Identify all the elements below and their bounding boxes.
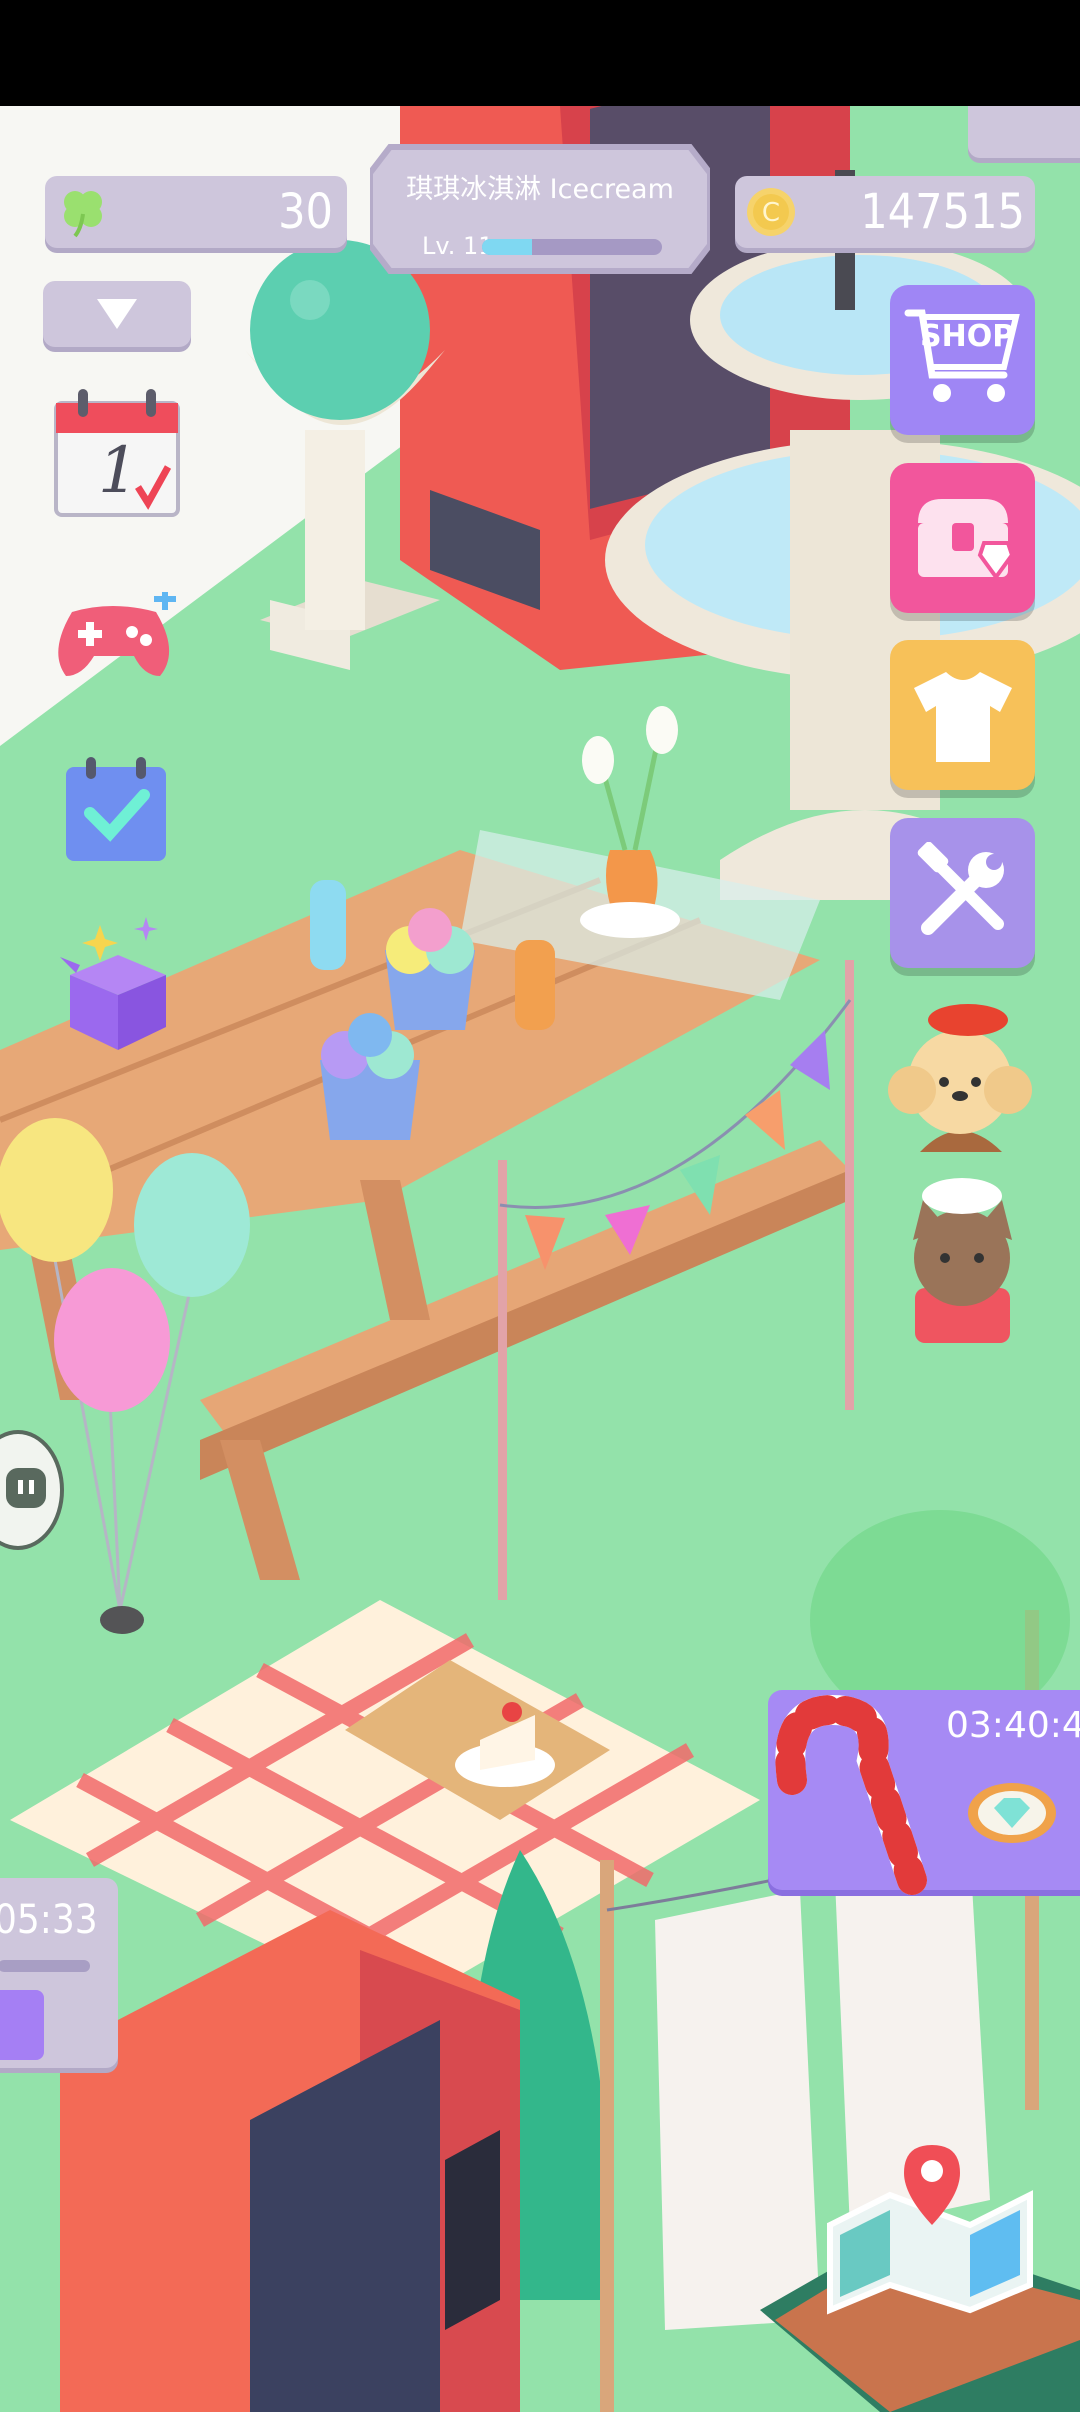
map-icon [827,2145,1033,2315]
cart-icon [904,309,1020,402]
coin-amount: 147515 [860,184,1025,240]
vending-machine-bottom [60,1910,520,2412]
gift-box-icon [60,917,166,1050]
shop-title: 琪琪冰淇淋 Icecream [406,174,674,205]
outfit-button[interactable] [890,640,1035,790]
level-progress-fill [482,239,533,255]
map-button[interactable] [820,2125,1040,2315]
clover-counter[interactable]: 30 [45,176,347,248]
gift-box-button[interactable] [50,915,185,1055]
left-timer-panel[interactable]: 05:33 [0,1878,118,2068]
minigame-button[interactable] [52,592,184,680]
treasure-chest-icon [918,499,1014,581]
level-progress-bar [482,239,662,255]
status-bar [0,0,1080,106]
build-tools-button[interactable] [890,818,1035,968]
shop-button[interactable]: SHOP [890,285,1035,435]
svg-text:C: C [762,198,780,228]
left-timer: 05:33 [0,1897,98,1943]
cat-chef-character[interactable] [895,1170,1030,1345]
dog-chef-character[interactable] [880,990,1040,1160]
left-timer-action[interactable] [0,1990,44,2060]
event-timer: 03:40:40 [946,1705,1080,1746]
tools-icon [917,842,1004,935]
checklist-icon [66,757,166,861]
checklist-button[interactable] [62,755,170,865]
coin-icon: C [747,188,795,236]
shirt-icon [914,672,1012,762]
left-timer-bar [0,1960,90,1972]
shop-name-plate[interactable]: 琪琪冰淇淋 Icecream Lv. 11 [370,143,710,275]
diamond-icon [968,1783,1056,1843]
daily-calendar-button[interactable]: 1 [50,385,185,525]
chat-bubble-icon [6,1468,46,1508]
dropdown-toggle-button[interactable] [43,281,191,347]
coin-counter[interactable]: C 147515 [735,176,1035,248]
gamepad-icon [58,592,176,676]
clover-icon [64,191,102,238]
calendar-day: 1 [98,434,139,508]
treasure-chest-button[interactable] [890,463,1035,613]
candy-cane-icon[interactable] [752,1690,932,1910]
clover-count: 30 [278,184,333,240]
dropdown-arrow-icon [97,299,137,329]
top-right-tab[interactable] [968,106,1080,158]
